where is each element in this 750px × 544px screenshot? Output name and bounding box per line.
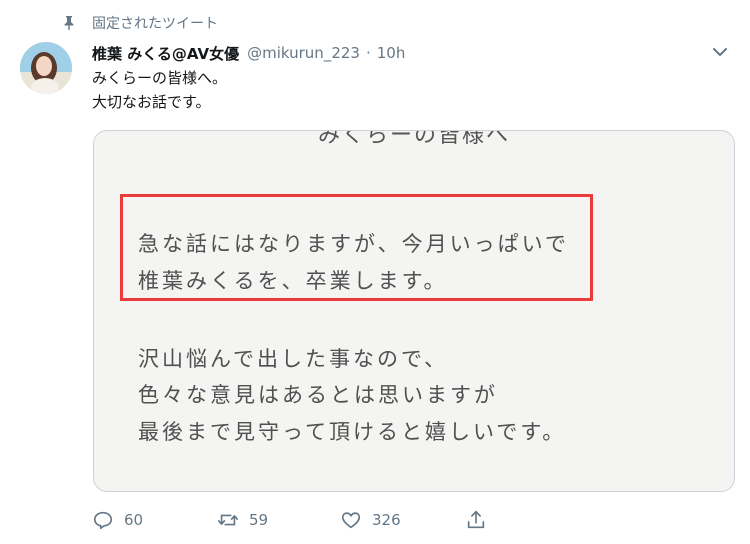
reply-icon (93, 511, 113, 530)
tweet-actions: 60 59 326 (92, 505, 532, 535)
pinned-tweet-label: 固定されたツイート (92, 16, 218, 32)
media-body-line: 最後まで見守って頂けると嬉しいです。 (138, 420, 567, 444)
media-body-line: 沢山悩んで出した事なので、 (138, 347, 449, 371)
media-partial-heading: みくらーの皆様へ (317, 130, 510, 148)
media-highlight-line: 椎葉みくるを、卒業します。 (138, 269, 448, 293)
avatar-image (20, 42, 72, 94)
avatar[interactable] (20, 42, 72, 94)
share-button[interactable] (465, 505, 487, 535)
media-body-line: 色々な意見はあるとは思いますが (138, 383, 498, 407)
user-handle[interactable]: @mikurun_223 (247, 44, 360, 62)
tweet-header: 椎葉 みくる@AV女優 @mikurun_223 · 10h (92, 42, 405, 64)
tweet-media-image[interactable]: みくらーの皆様へ 急な話にはなりますが、今月いっぱいで 椎葉みくるを、卒業します… (93, 130, 735, 492)
timestamp[interactable]: 10h (377, 44, 406, 62)
tweet-text: みくらーの皆様へ。 大切なお話です。 (92, 66, 227, 114)
pinned-indicator: 固定されたツイート (62, 12, 218, 34)
reply-button[interactable]: 60 (92, 505, 143, 535)
display-name[interactable]: 椎葉 みくる@AV女優 (92, 43, 239, 64)
retweet-count: 59 (249, 511, 269, 529)
caret-down-icon[interactable] (710, 44, 730, 60)
separator-dot: · (365, 44, 371, 62)
pin-icon (64, 16, 74, 30)
retweet-button[interactable]: 59 (217, 505, 268, 535)
share-icon (467, 510, 485, 529)
retweet-icon (218, 514, 238, 526)
like-button[interactable]: 326 (340, 505, 401, 535)
tweet-text-line: 大切なお話です。 (92, 93, 211, 111)
tweet-text-line: みくらーの皆様へ。 (92, 69, 228, 87)
media-highlight-line: 急な話にはなりますが、今月いっぱいで (138, 232, 569, 256)
like-count: 326 (372, 511, 401, 529)
reply-count: 60 (124, 511, 144, 529)
like-icon (341, 512, 361, 529)
